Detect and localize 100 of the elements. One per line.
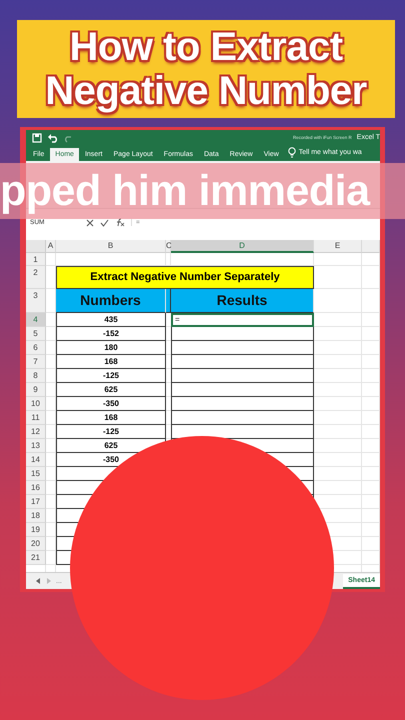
row-header[interactable]: 15 [26,467,46,482]
row-header[interactable]: 4 [26,313,46,328]
empty-cell [362,551,380,566]
table-header-cell: Results [171,289,314,314]
empty-cell [362,383,380,398]
empty-cell [46,341,56,356]
row-header[interactable]: 17 [26,495,46,510]
empty-cell [362,253,380,266]
row-header[interactable]: 2 [26,266,46,290]
empty-cell [362,481,380,496]
empty-cell [314,383,362,398]
empty-cell [314,411,362,426]
table-cell: 180 [56,341,166,356]
column-header[interactable]: B [56,240,166,254]
empty-cell [314,327,362,342]
table-header-cell: Numbers [56,289,166,314]
empty-cell [314,439,362,454]
empty-cell [314,425,362,440]
empty-cell [46,425,56,440]
check-icon[interactable] [100,218,109,227]
empty-cell [46,509,56,524]
empty-cell [314,453,362,468]
empty-cell [46,551,56,566]
empty-cell [362,495,380,510]
headline-text: How to Extract [69,25,343,69]
lightbulb-icon [288,147,296,158]
empty-cell [314,369,362,384]
column-header[interactable]: E [314,240,362,254]
table-cell: -350 [56,397,166,412]
empty-cell [46,467,56,482]
row-header[interactable]: 14 [26,453,46,468]
empty-cell [362,327,380,342]
table-cell: -125 [56,425,166,440]
empty-cell [46,481,56,496]
empty-cell [362,397,380,412]
row-header[interactable]: 1 [26,253,46,266]
row-header[interactable]: 12 [26,425,46,440]
caption-text: pped him immedia [0,163,405,219]
row-header[interactable]: 21 [26,551,46,566]
empty-cell [46,495,56,510]
empty-cell [362,355,380,370]
empty-cell [362,439,380,454]
empty-cell [314,341,362,356]
empty-cell [46,369,56,384]
scroll-left-icon[interactable] [36,578,41,584]
empty-cell [46,313,56,328]
empty-cell [362,537,380,552]
row-header[interactable]: 13 [26,439,46,454]
row-header[interactable]: 5 [26,327,46,342]
empty-cell [46,523,56,538]
table-cell: -125 [56,369,166,384]
save-icon[interactable] [32,132,42,143]
table-cell: 168 [56,355,166,370]
empty-cell [46,537,56,552]
table-cell[interactable]: = [171,313,314,328]
empty-cell [46,383,56,398]
empty-cell [362,411,380,426]
column-header[interactable]: A [46,240,56,254]
empty-cell [46,327,56,342]
empty-cell [362,523,380,538]
row-header[interactable]: 6 [26,341,46,356]
empty-cell [314,313,362,328]
row-header[interactable]: 16 [26,481,46,496]
cancel-icon[interactable] [86,218,94,227]
empty-cell [46,411,56,426]
headline-text: Negative Number [45,69,367,113]
empty-cell [314,397,362,412]
empty-cell [46,397,56,412]
row-header[interactable]: 3 [26,289,46,314]
empty-cell [314,253,362,266]
empty-cell [362,467,380,482]
table-title-cell: Extract Negative Number Separately [56,266,314,290]
empty-cell [362,453,380,468]
row-header[interactable]: 18 [26,509,46,524]
function-icon[interactable] [115,218,125,228]
row-header[interactable]: 20 [26,537,46,552]
empty-cell [314,355,362,370]
empty-cell [362,341,380,356]
table-cell: 435 [56,313,166,328]
empty-cell [362,509,380,524]
empty-cell [362,266,380,290]
empty-cell [362,289,380,314]
table-cell: -152 [56,327,166,342]
empty-cell [314,467,362,482]
empty-cell [362,369,380,384]
row-header[interactable]: 9 [26,383,46,398]
row-header[interactable]: 10 [26,397,46,412]
table-cell: 625 [56,383,166,398]
column-header[interactable]: D [171,240,314,254]
empty-cell [46,355,56,370]
empty-cell [46,453,56,468]
row-header[interactable]: 11 [26,411,46,426]
empty-cell [362,425,380,440]
empty-cell [46,439,56,454]
empty-cell [314,481,362,496]
row-header[interactable]: 8 [26,369,46,384]
row-header[interactable]: 7 [26,355,46,370]
undo-icon[interactable] [47,132,59,143]
row-header[interactable]: 19 [26,523,46,538]
table-cell: 168 [56,411,166,426]
